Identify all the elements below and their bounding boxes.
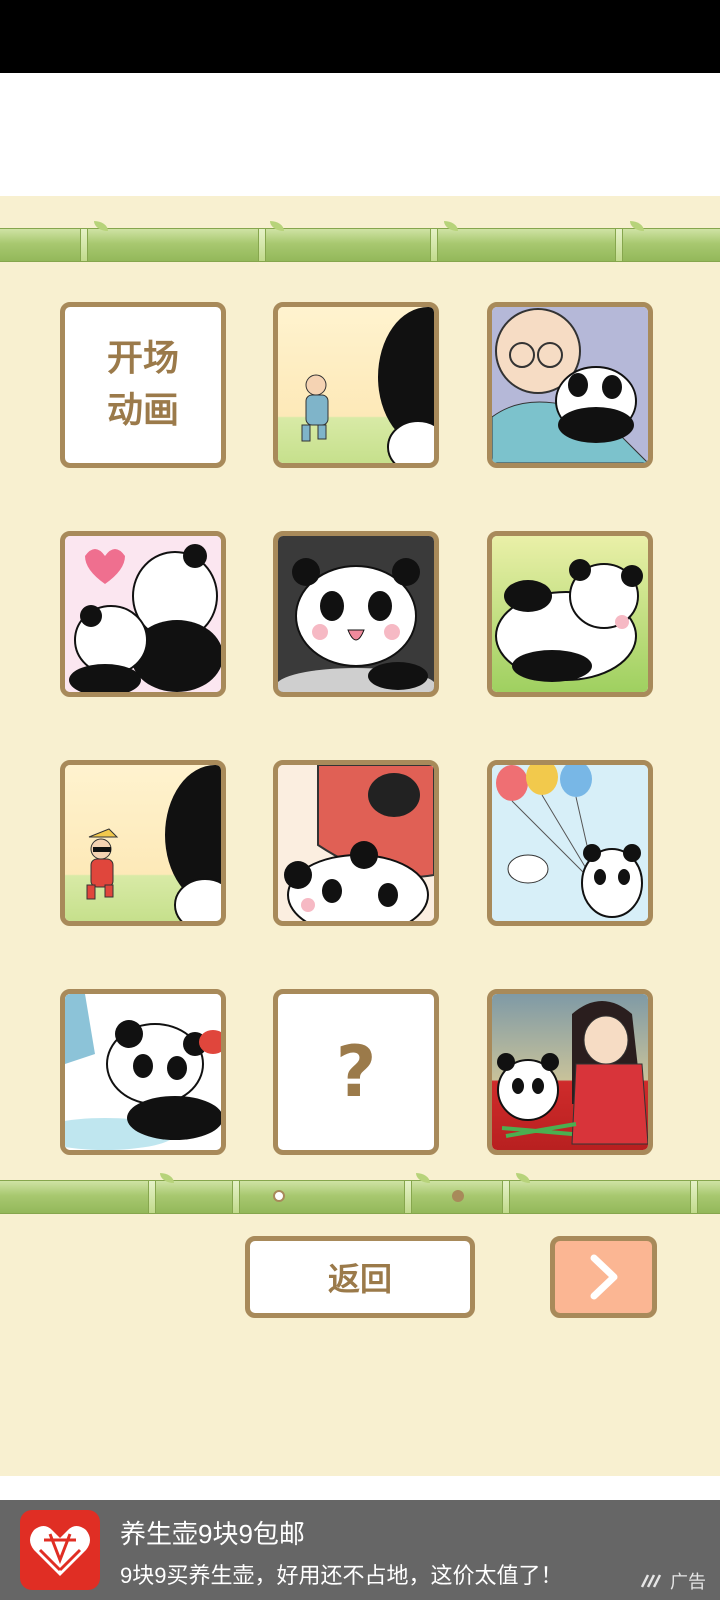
kimono-girl-panda-bamboo-image (492, 994, 648, 1150)
gallery-tile-6[interactable] (487, 531, 653, 697)
tile-label: 开场 动画 (106, 338, 179, 431)
panda-with-balloons-image (492, 765, 648, 921)
gallery-tile-12[interactable] (487, 989, 653, 1155)
panda-surprised-image (278, 536, 434, 692)
gallery-tile-8[interactable] (273, 760, 439, 926)
chevron-right-icon (590, 1254, 617, 1300)
pandas-heart-image (65, 536, 221, 692)
page-dot-2 (452, 1190, 464, 1202)
gallery-tile-9[interactable] (487, 760, 653, 926)
gallery-tile-locked[interactable]: ? (273, 989, 439, 1155)
back-button-label: 返回 (327, 1260, 392, 1298)
gallery-tile-5[interactable] (273, 531, 439, 697)
ad-tag-text: 广告 (670, 1572, 706, 1592)
ad-network-icon (640, 1574, 662, 1588)
status-bar (0, 0, 720, 73)
bamboo-border-bottom (0, 1173, 720, 1214)
question-mark-icon: ? (335, 1031, 377, 1113)
gallery-tile-2[interactable] (273, 302, 439, 468)
old-man-hugging-panda-image (492, 307, 648, 463)
panda-lying-grass-image (492, 536, 648, 692)
pinduoduo-logo-icon (20, 1510, 100, 1590)
gallery-tile-4[interactable] (60, 531, 226, 697)
ad-label: 广告 (640, 1568, 706, 1594)
panda-with-red-person-image (278, 765, 434, 921)
page-dot-1-active (273, 1190, 285, 1202)
sunglasses-man-waving-panda-image (65, 765, 221, 921)
ad-banner[interactable]: 养生壶9块9包邮 9块9买养生壶，好用还不占地，这价太值了！ 广告 (0, 1500, 720, 1600)
gallery-tile-10[interactable] (60, 989, 226, 1155)
old-man-waving-panda-image (278, 307, 434, 463)
gallery-tile-opening[interactable]: 开场 动画 (60, 302, 226, 468)
ad-description: 9块9买养生壶，好用还不占地，这价太值了！ (120, 1563, 563, 1588)
ad-title: 养生壶9块9包邮 (120, 1519, 305, 1549)
panda-sliding-ice-image (65, 994, 221, 1150)
gallery-tile-7[interactable] (60, 760, 226, 926)
back-button[interactable]: 返回 (245, 1236, 475, 1318)
gallery-tile-3[interactable] (487, 302, 653, 468)
next-page-button[interactable] (550, 1236, 657, 1318)
bamboo-border-top (0, 221, 720, 262)
